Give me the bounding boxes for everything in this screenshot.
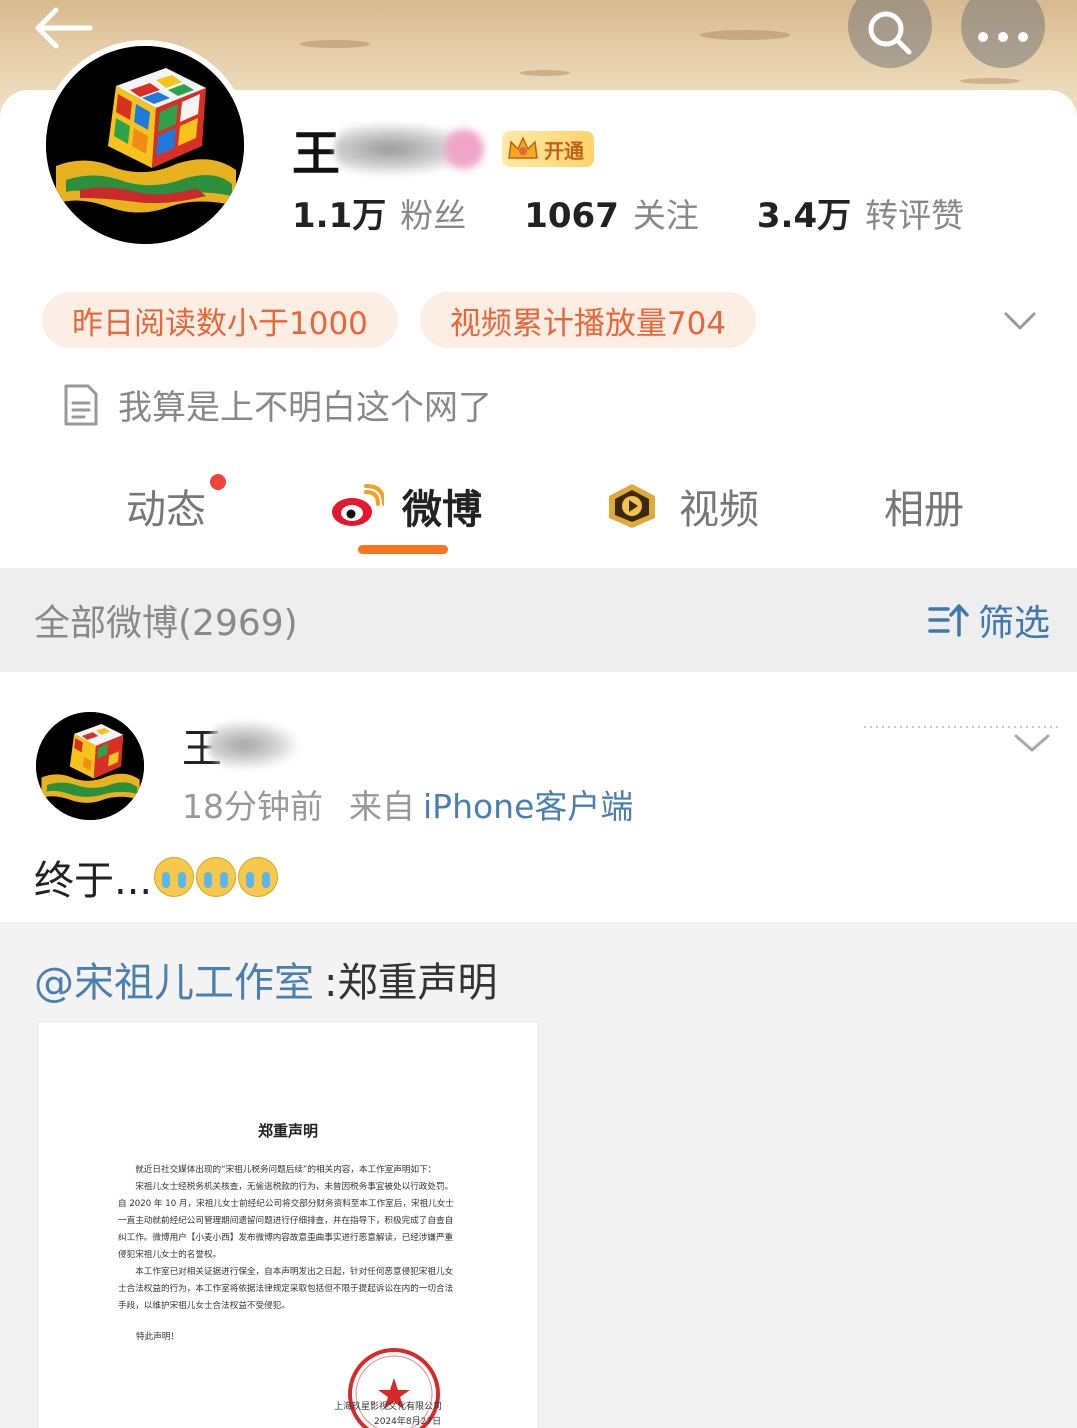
stat-following[interactable]: 1067 关注 (524, 189, 699, 237)
repost-header: @宋祖儿工作室 :郑重声明 (34, 950, 497, 1008)
active-tab-indicator (358, 545, 448, 554)
post-author-avatar[interactable] (36, 712, 144, 820)
rubiks-cube-avatar-image (46, 46, 244, 244)
author-blur-mask (208, 721, 298, 769)
tab-video[interactable]: 视频 (603, 476, 759, 536)
post-from-label: 来自 (349, 787, 415, 826)
chevron-down-icon[interactable] (1000, 304, 1040, 338)
tab-label: 动态 (126, 487, 206, 533)
search-icon (868, 11, 912, 55)
tab-label: 微博 (402, 487, 482, 533)
scroll-indicator (864, 726, 1060, 728)
tab-weibo[interactable]: 微博 (330, 476, 482, 536)
tab-label: 视频 (679, 487, 759, 533)
profile-name-row: 王 开通 (292, 114, 595, 184)
arrow-left-icon (35, 7, 93, 49)
tab-album[interactable]: 相册 (884, 476, 964, 536)
document-icon (64, 384, 98, 425)
crown-icon (508, 136, 538, 159)
statement-paragraph: 本工作室已对相关证据进行保全，自本声明发出之日起，针对任何恶意侵犯宋祖儿女士合法… (118, 1267, 454, 1311)
back-button[interactable] (30, 0, 100, 56)
stat-interactions[interactable]: 3.4万 转评赞 (757, 188, 964, 237)
tab-dynamic[interactable]: 动态 (126, 476, 206, 536)
statement-image[interactable]: 郑重声明 就近日社交媒体出现的“宋祖儿税务问题后续”的相关内容，本工作室声明如下… (38, 1022, 538, 1428)
reposted-weibo[interactable]: @宋祖儿工作室 :郑重声明 郑重声明 就近日社交媒体出现的“宋祖儿税务问题后续”… (0, 922, 1077, 1428)
signature-date: 2024年8月27日 (374, 1417, 442, 1427)
profile-avatar[interactable] (40, 40, 250, 250)
profile-chips: 昨日阅读数小于1000 视频累计播放量704 (42, 292, 778, 348)
statement-signature: 上海玖星影视文化有限公司 2024年8月27日 (334, 1400, 442, 1428)
video-play-icon (609, 484, 655, 528)
mention-link[interactable]: @宋祖儿工作室 (34, 950, 314, 1008)
profile-bio: 我算是上不明白这个网了 (62, 380, 492, 429)
statement-paragraph: 就近日社交媒体出现的“宋祖儿税务问题后续”的相关内容，本工作室声明如下： (135, 1165, 437, 1175)
bio-text: 我算是上不明白这个网了 (118, 388, 492, 428)
post-time: 18分钟前 (182, 787, 323, 826)
stat-number: 3.4万 (756, 196, 852, 236)
all-weibo-count: 全部微博(2969) (34, 603, 298, 644)
signature-company: 上海玖星影视文化有限公司 (334, 1402, 443, 1412)
stat-label: 粉丝 (400, 196, 467, 235)
chip-video-plays[interactable]: 视频累计播放量704 (419, 292, 757, 348)
more-dots-icon (978, 32, 1028, 42)
weibo-logo-icon (332, 484, 384, 526)
tab-label: 相册 (884, 487, 964, 533)
stat-number: 1067 (524, 196, 619, 236)
statement-paragraph: 宋祖儿女士经税务机关核查，无偷逃税款的行为，未曾因税务事宜被处以行政处罚。自 2… (118, 1182, 454, 1260)
rubiks-cube-avatar-image (36, 712, 144, 820)
chip-read-count[interactable]: 昨日阅读数小于1000 (42, 292, 398, 348)
vip-open-badge[interactable]: 开通 (502, 131, 595, 167)
crying-emoji-icon (238, 857, 279, 897)
post-source[interactable]: iPhone客户端 (423, 780, 633, 828)
filter-sort-icon (928, 604, 969, 637)
filter-button[interactable]: 筛选 (928, 594, 1050, 646)
stat-label: 关注 (632, 196, 699, 235)
crying-emoji-icon (196, 857, 237, 897)
vip-badge-label: 开通 (544, 138, 585, 163)
repost-text: :郑重声明 (324, 960, 498, 1006)
statement-title: 郑重声明 (257, 1122, 318, 1140)
weibo-post: 王 18分钟前 来自 iPhone客户端 终于... @宋祖儿工作室 :郑重声明… (0, 672, 1077, 1428)
crying-emoji-icon (154, 857, 195, 897)
stat-label: 转评赞 (865, 196, 965, 235)
post-author-row[interactable]: 王 (182, 716, 298, 774)
profile-stats: 1.1万 粉丝 1067 关注 3.4万 转评赞 (292, 188, 1022, 237)
stat-followers[interactable]: 1.1万 粉丝 (292, 188, 466, 237)
notification-dot (210, 474, 226, 490)
stat-number: 1.1万 (292, 196, 387, 236)
statement-body: 就近日社交媒体出现的“宋祖儿税务问题后续”的相关内容，本工作室声明如下： 宋祖儿… (118, 1162, 454, 1346)
post-text-content: 终于... (34, 858, 153, 904)
filter-bar: 全部微博(2969) 筛选 (0, 568, 1077, 672)
name-blur-mask-pink (444, 129, 485, 169)
filter-label: 筛选 (978, 603, 1051, 644)
post-meta: 18分钟前 来自 iPhone客户端 (182, 780, 633, 828)
post-text: 终于... (34, 848, 279, 906)
profile-tabs: 动态 微博 视频 相册 (0, 476, 1077, 568)
